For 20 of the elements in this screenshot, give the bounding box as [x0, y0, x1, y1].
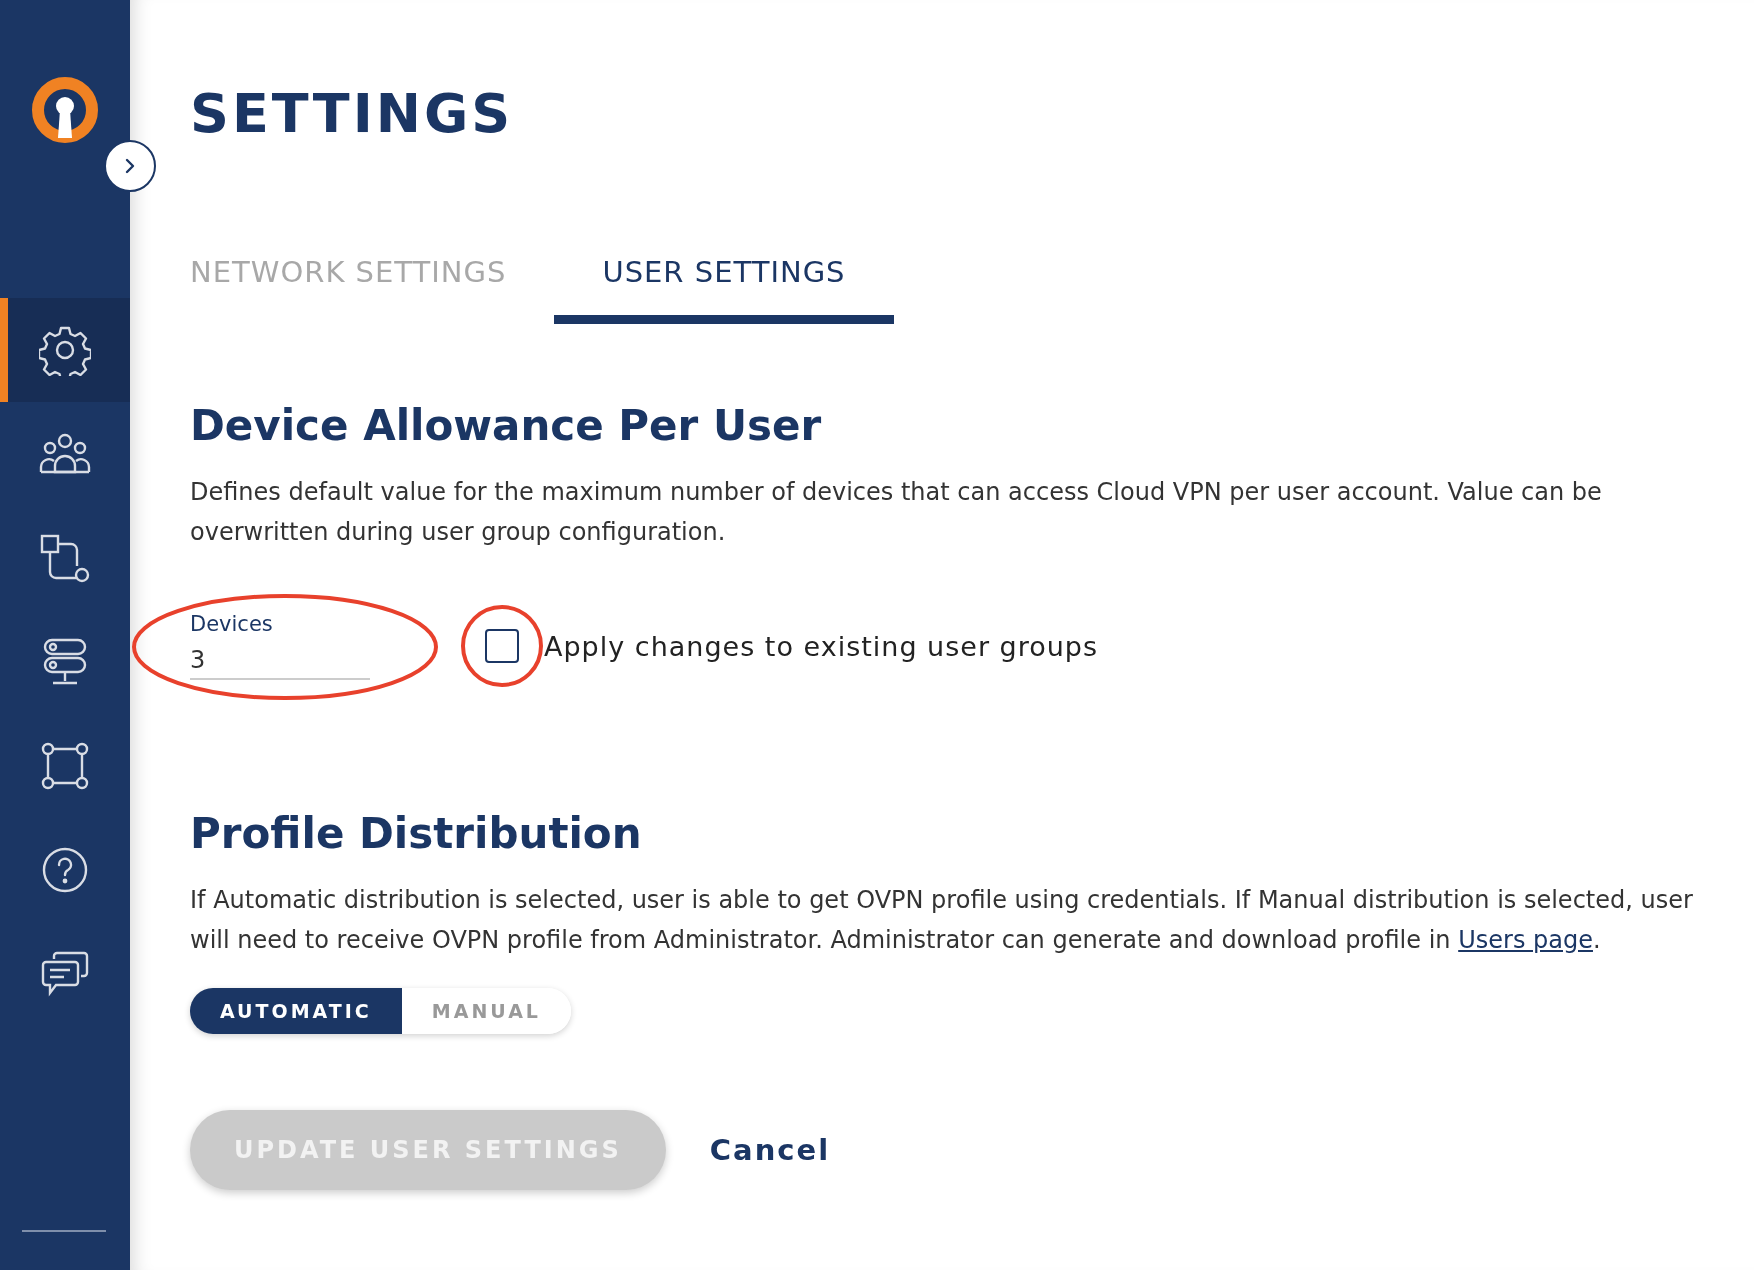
distribution-option[interactable]: AUTOMATIC — [190, 988, 402, 1034]
section-heading: Profile Distribution — [190, 809, 643, 858]
section-heading: Device Allowance Per User — [190, 401, 823, 450]
flow-diagram-icon — [39, 533, 91, 583]
settings-tab[interactable]: USER SETTINGS — [554, 255, 894, 324]
apply-checkbox[interactable] — [485, 629, 519, 663]
page-title: SETTINGS — [190, 82, 515, 145]
help-icon — [40, 845, 90, 895]
section-description: If Automatic distribution is selected, user is able to get OVPN profile using credentials. If Manual distribution is selected, user will need to receive OVPN profile from Administrator. Administrator can generate and download profile in Users page. — [190, 885, 1694, 956]
users-group-icon — [38, 432, 92, 476]
network-nodes-icon — [40, 741, 90, 791]
keyhole-logo-icon — [31, 76, 99, 144]
checkbox-label: Apply changes to existing user groups — [544, 630, 1099, 662]
users-page-link[interactable]: Users page — [1458, 926, 1593, 954]
cancel-button[interactable]: Cancel — [709, 1133, 831, 1167]
section-description: Defines default value for the maximum number of devices that can access Cloud VPN per user account. Value can be overwritten during user group configuration. — [190, 477, 1603, 548]
sidebar-nav-item[interactable] — [0, 298, 130, 402]
chat-icon — [40, 951, 90, 997]
server-stack-icon — [41, 637, 89, 687]
settings-icon — [39, 324, 91, 376]
